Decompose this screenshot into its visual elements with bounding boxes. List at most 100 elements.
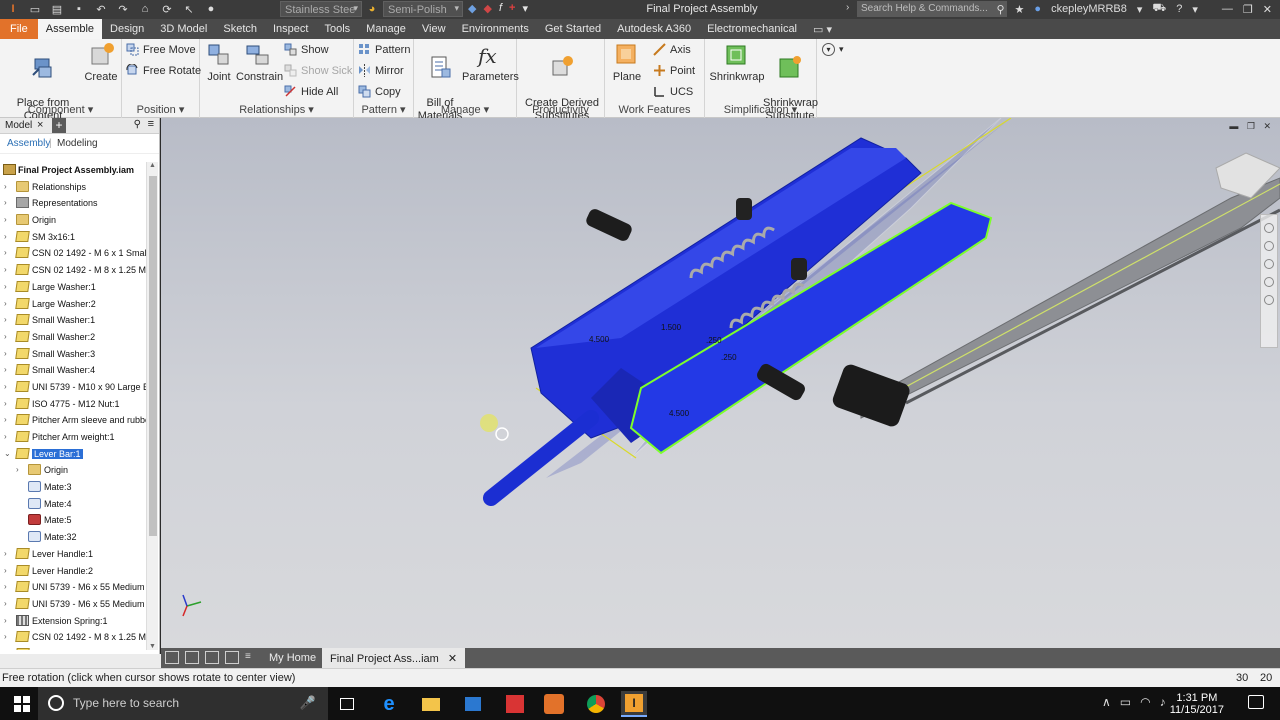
clear-appearance-icon[interactable]: ◆ <box>483 2 491 15</box>
tree-node[interactable]: › Base Project Part1:1 <box>0 646 146 650</box>
tab-design[interactable]: Design <box>102 19 152 39</box>
orbit-icon[interactable] <box>1264 277 1274 287</box>
tree-node[interactable]: › UNI 5739 - M10 x 90 Large B <box>0 379 146 396</box>
arrange-horizontal-icon[interactable] <box>205 651 219 664</box>
parameters-button[interactable]: fx Parameters <box>462 42 519 84</box>
tree-expand-icon[interactable]: › <box>4 415 12 424</box>
tree-expand-icon[interactable]: › <box>4 382 12 391</box>
tab-final-project-assembly[interactable]: Final Project Ass...iam ✕ <box>322 648 466 668</box>
update-icon[interactable]: ⟳ <box>160 2 174 16</box>
tab-assemble[interactable]: Assemble <box>37 19 103 39</box>
tab-close-icon[interactable]: ✕ <box>448 653 457 665</box>
tab-tools[interactable]: Tools <box>316 19 358 39</box>
adjust-icon[interactable]: ◆ <box>468 2 476 15</box>
task-view-icon[interactable] <box>334 691 360 717</box>
tree-expand-icon[interactable]: › <box>4 566 12 575</box>
tree-node[interactable]: › Small Washer:4 <box>0 362 146 379</box>
copy-button[interactable]: Copy <box>358 85 401 98</box>
material-dropdown[interactable]: Stainless Stee <box>280 1 362 17</box>
volume-icon[interactable]: ♪ <box>1160 695 1166 709</box>
tab-menu-icon[interactable]: ≡ <box>245 651 259 664</box>
tree-node[interactable]: › UNI 5739 - M6 x 55 Medium E <box>0 579 146 596</box>
constrain-button[interactable]: Constrain <box>236 42 283 84</box>
mode-assembly[interactable]: Assembly <box>7 138 50 149</box>
binoculars-icon[interactable]: ⚲ <box>996 3 1004 16</box>
tree-expand-icon[interactable]: › <box>4 432 12 441</box>
show-hidden-icons-icon[interactable]: ∧ <box>1102 695 1111 709</box>
pattern-button[interactable]: Pattern <box>358 43 410 56</box>
cascade-icon[interactable] <box>185 651 199 664</box>
tree-expand-icon[interactable]: › <box>4 399 12 408</box>
expand-search-icon[interactable]: › <box>846 2 849 13</box>
scroll-down-icon[interactable]: ▼ <box>149 643 156 650</box>
browser-menu-icon[interactable]: ≡ <box>148 118 154 130</box>
tree-expand-icon[interactable]: › <box>4 332 12 341</box>
tree-node[interactable]: › Extension Spring:1 <box>0 613 146 630</box>
tab-inspect[interactable]: Inspect <box>265 19 316 39</box>
microphone-icon[interactable]: 🎤 <box>300 695 316 711</box>
browser-add-tab-icon[interactable]: + <box>52 118 66 133</box>
tree-expand-icon[interactable]: › <box>4 582 12 591</box>
hide-all-button[interactable]: Hide All <box>284 85 338 98</box>
windows-start-icon[interactable] <box>14 696 30 712</box>
browser-close-icon[interactable]: × <box>37 119 43 131</box>
add-icon[interactable]: + <box>509 2 515 15</box>
tree-node[interactable]: › UNI 5739 - M6 x 55 Medium E <box>0 596 146 613</box>
browser-tab-model[interactable]: Model <box>5 120 32 131</box>
action-center-icon[interactable] <box>1248 695 1264 709</box>
taskbar-clock[interactable]: 1:31 PM 11/15/2017 <box>1170 692 1224 716</box>
tree-node[interactable]: › Relationships <box>0 179 146 196</box>
pan-icon[interactable] <box>1264 241 1274 251</box>
orange-app-icon[interactable] <box>541 691 567 717</box>
component-panel-title[interactable]: Component ▾ <box>0 103 121 116</box>
tree-node[interactable]: Mate:5 <box>0 512 146 529</box>
tree-expand-icon[interactable]: › <box>16 465 24 474</box>
tree-node[interactable]: › Small Washer:3 <box>0 346 146 363</box>
simplification-panel-title[interactable]: Simplification ▾ <box>705 103 816 116</box>
browser-scroll-thumb[interactable] <box>149 176 157 536</box>
ribbon-extra-dropdown[interactable]: ▾ ▾ <box>822 43 844 56</box>
scroll-up-icon[interactable]: ▲ <box>149 162 156 169</box>
tab-manage[interactable]: Manage <box>358 19 414 39</box>
tree-expand-icon[interactable]: › <box>4 315 12 324</box>
ribbon-display-options-icon[interactable]: ▭ ▾ <box>805 19 840 39</box>
undo-icon[interactable]: ↶ <box>94 2 108 16</box>
tree-expand-icon[interactable]: › <box>4 215 12 224</box>
show-sick-button[interactable]: Show Sick <box>284 64 352 77</box>
full-nav-wheel-icon[interactable] <box>1264 223 1274 233</box>
tab-electromechanical[interactable]: Electromechanical <box>699 19 805 39</box>
tree-node[interactable]: › SM 3x16:1 <box>0 229 146 246</box>
tree-node[interactable]: › Representations <box>0 195 146 212</box>
help-chevron-icon[interactable]: ▾ <box>1192 3 1198 16</box>
ucs-button[interactable]: UCS <box>653 85 693 98</box>
file-explorer-icon[interactable] <box>418 691 444 717</box>
edge-browser-icon[interactable]: e <box>376 691 402 717</box>
user-menu-chevron-icon[interactable]: ▾ <box>1137 3 1143 16</box>
new-file-icon[interactable]: ▭ <box>28 2 42 16</box>
viewport-window-controls[interactable]: ▬ ❐ ✕ <box>1229 121 1274 132</box>
tree-expand-icon[interactable]: › <box>4 616 12 625</box>
tree-expand-icon[interactable]: › <box>4 248 12 257</box>
tab-environments[interactable]: Environments <box>454 19 537 39</box>
favorites-star-icon[interactable]: ★ <box>1015 3 1025 16</box>
tree-node[interactable]: › CSN 02 1492 - M 8 x 1.25 Me <box>0 629 146 646</box>
customize-qat-icon[interactable]: ▾ <box>522 2 528 15</box>
tree-node[interactable]: › Large Washer:2 <box>0 296 146 313</box>
tree-expand-icon[interactable]: › <box>4 232 12 241</box>
mirror-button[interactable]: Mirror <box>358 64 404 77</box>
free-move-button[interactable]: Free Move <box>126 43 196 56</box>
relationships-panel-title[interactable]: Relationships ▾ <box>200 103 353 116</box>
tree-node[interactable]: › Lever Handle:2 <box>0 563 146 580</box>
tree-node[interactable]: › Small Washer:1 <box>0 312 146 329</box>
material-icon[interactable]: ● <box>204 2 218 16</box>
joint-button[interactable]: Joint <box>204 42 234 84</box>
tree-expand-icon[interactable]: › <box>4 365 12 374</box>
tree-expand-icon[interactable]: › <box>4 349 12 358</box>
battery-icon[interactable]: ▭ <box>1120 695 1131 709</box>
tree-node[interactable]: › CSN 02 1492 - M 6 x 1 Small <box>0 245 146 262</box>
cart-icon[interactable]: ⛟ <box>1152 2 1166 16</box>
mode-modeling[interactable]: Modeling <box>57 138 98 149</box>
tab-autodesk-a360[interactable]: Autodesk A360 <box>609 19 699 39</box>
user-name[interactable]: ckepleyMRRB8 <box>1051 3 1127 15</box>
plane-button[interactable]: Plane <box>611 42 643 84</box>
